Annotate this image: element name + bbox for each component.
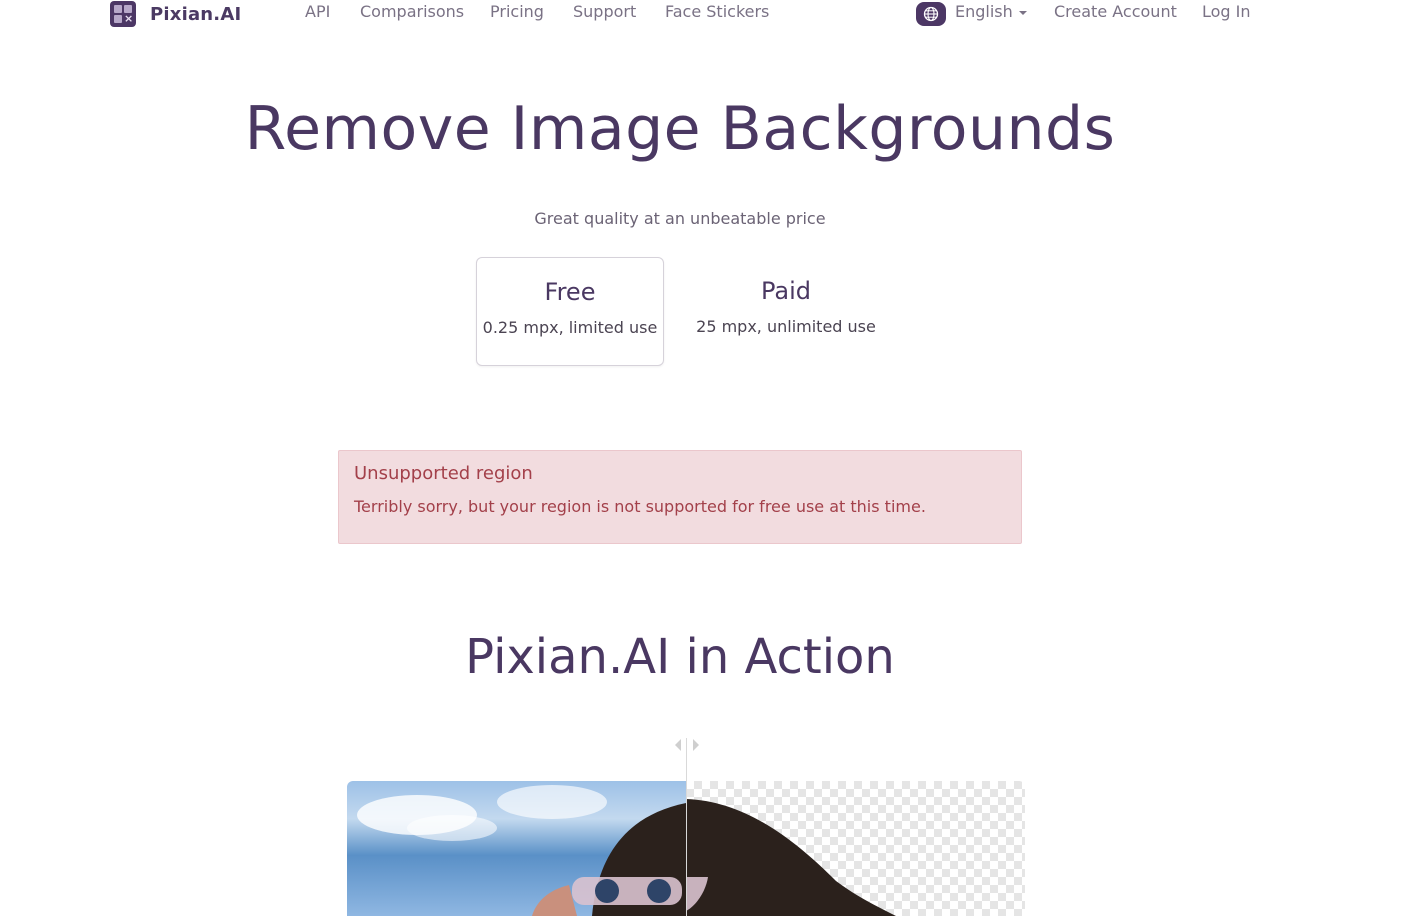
comparison-divider[interactable] [686,738,687,916]
alert-message: Terribly sorry, but your region is not s… [354,497,926,516]
top-navbar: × Pixian.AI API Comparisons Pricing Supp… [0,0,1411,30]
language-label: English [955,2,1013,21]
brand-name: Pixian.AI [150,3,242,25]
login-link[interactable]: Log In [1202,2,1251,21]
brand-link[interactable]: × Pixian.AI [110,1,241,27]
tagline: Great quality at an unbeatable price [534,209,826,228]
original-photo [347,781,686,916]
nav-link-support[interactable]: Support [573,2,636,21]
caret-down-icon [1018,10,1027,15]
language-dropdown[interactable]: English [955,2,1027,21]
nav-link-comparisons[interactable]: Comparisons [360,2,464,21]
pixian-logo-icon: × [110,1,136,27]
globe-icon[interactable] [916,2,946,26]
alert-title: Unsupported region [354,463,533,484]
transparent-background-result [686,781,1025,916]
create-account-link[interactable]: Create Account [1054,2,1177,21]
plan-paid-title: Paid [760,277,811,305]
nav-link-api[interactable]: API [305,2,330,21]
plan-free-subtitle: 0.25 mpx, limited use [482,318,658,337]
plan-free-title: Free [544,278,596,306]
page-title: Remove Image Backgrounds [244,94,1116,164]
unsupported-region-alert: Unsupported region Terribly sorry, but y… [338,450,1022,544]
nav-link-face-stickers[interactable]: Face Stickers [665,2,769,21]
slider-handle-icon[interactable] [674,738,700,752]
section-title: Pixian.AI in Action [465,629,895,685]
plan-free-option[interactable]: Free 0.25 mpx, limited use [476,257,664,366]
nav-link-pricing[interactable]: Pricing [490,2,544,21]
plan-paid-subtitle: 25 mpx, unlimited use [696,317,876,336]
plan-paid-option[interactable]: Paid 25 mpx, unlimited use [692,257,880,366]
